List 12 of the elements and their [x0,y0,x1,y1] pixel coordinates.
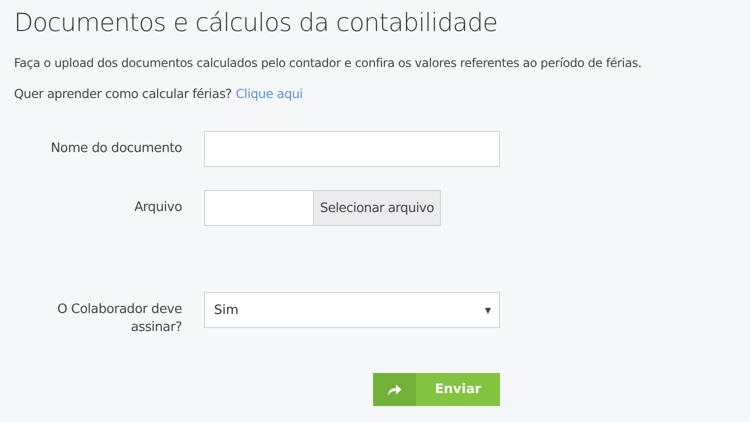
field-label: Nome do documento [50,140,182,158]
field-label: O Colaborador deve assinar? [56,301,182,337]
sign-select[interactable]: Sim ▼ [204,292,500,328]
dropdown-arrow-icon: ▼ [484,306,491,314]
field-label: Arquivo [133,199,182,217]
select-file-button[interactable]: Selecionar arquivo [314,190,441,226]
file-name-field[interactable] [204,190,314,226]
help-text: Quer aprender como calcular férias? [14,86,232,101]
description-text: Faça o upload dos documentos calculados pelo contador e confira os valores referentes ao período de férias. [14,56,642,70]
share-arrow-icon [387,384,402,396]
page-title: Documentos e cálculos da contabilidade [14,8,498,37]
document-name-field[interactable] [204,131,500,167]
